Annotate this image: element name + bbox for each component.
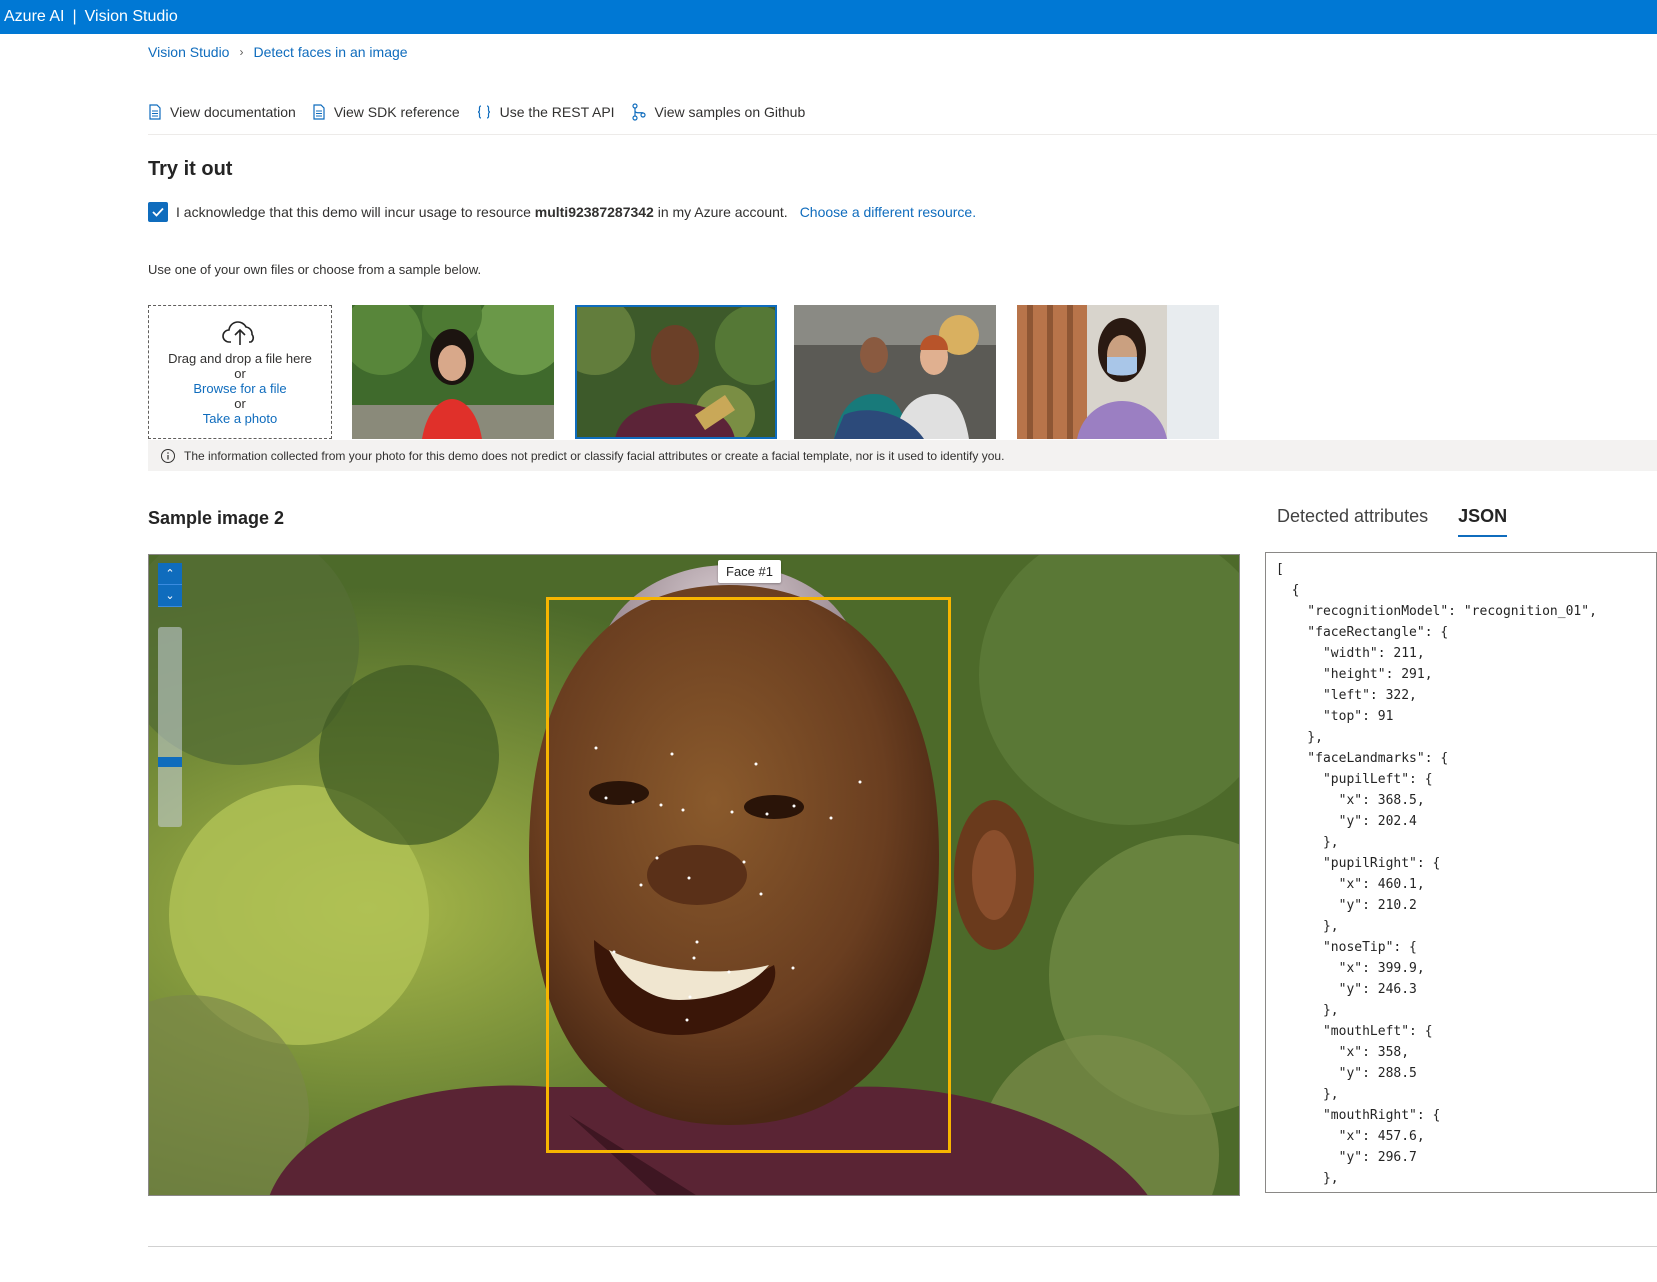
face-landmarks (594, 746, 862, 1022)
privacy-notice-text: The information collected from your phot… (184, 448, 1005, 463)
view-samples-label: View samples on Github (654, 104, 806, 120)
use-rest-api-button[interactable]: Use the REST API (476, 104, 615, 120)
top-bar: Azure AI | Vision Studio (0, 0, 1657, 34)
info-icon (161, 448, 175, 463)
github-branch-icon (631, 103, 646, 121)
view-sdk-reference-label: View SDK reference (333, 104, 460, 120)
zoom-in-button[interactable]: ⌃ (158, 563, 182, 585)
brand-separator: | (72, 8, 77, 25)
json-output-text: [ { "recognitionModel": "recognition_01"… (1276, 562, 1597, 1186)
checkmark-icon (152, 207, 164, 217)
sample-thumbnail-2[interactable] (575, 305, 777, 439)
upload-hint: Use one of your own files or choose from… (148, 262, 482, 277)
sample-image-title: Sample image 2 (148, 508, 285, 528)
resource-name: multi92387287342 (534, 204, 654, 220)
face-bounding-box[interactable] (546, 597, 951, 1153)
tab-detected-attributes[interactable]: Detected attributes (1277, 506, 1428, 537)
upload-cloud-icon (222, 320, 255, 345)
resource-toolbar: View documentation View SDK reference Us… (148, 98, 821, 126)
bottom-divider (148, 1246, 1657, 1247)
privacy-notice: The information collected from your phot… (148, 440, 1657, 471)
view-documentation-label: View documentation (170, 104, 296, 120)
drag-drop-text: Drag and drop a file here (168, 350, 312, 366)
zoom-out-button[interactable]: ⌄ (158, 585, 182, 607)
view-documentation-button[interactable]: View documentation (148, 104, 296, 120)
sample-thumbnail-1[interactable] (352, 305, 554, 439)
view-samples-button[interactable]: View samples on Github (631, 103, 806, 121)
zoom-controls: ⌃ ⌄ (158, 563, 182, 607)
code-braces-icon (477, 105, 490, 119)
json-output-panel[interactable]: [ { "recognitionModel": "recognition_01"… (1265, 552, 1657, 1193)
toolbar-divider (148, 134, 1657, 135)
or-text: or (234, 365, 246, 381)
zoom-slider-thumb[interactable] (158, 757, 182, 767)
brand-label[interactable]: Azure AI (0, 8, 64, 26)
document-icon (313, 104, 325, 120)
sample-thumbnail-3[interactable] (794, 305, 996, 439)
upload-dropzone[interactable]: Drag and drop a file here or Browse for … (148, 305, 332, 439)
breadcrumb-root[interactable]: Vision Studio (148, 44, 229, 60)
chevron-right-icon: › (239, 45, 244, 59)
breadcrumb-current[interactable]: Detect faces in an image (253, 44, 407, 60)
acknowledge-text-prefix: I acknowledge that this demo will incur … (176, 204, 531, 220)
acknowledge-row: I acknowledge that this demo will incur … (148, 202, 976, 222)
document-icon (149, 104, 161, 120)
breadcrumb: Vision Studio › Detect faces in an image (148, 44, 408, 60)
acknowledge-checkbox[interactable] (148, 202, 168, 222)
view-sdk-reference-button[interactable]: View SDK reference (312, 104, 460, 120)
try-it-out-heading: Try it out (148, 158, 233, 180)
image-viewer[interactable]: ⌃ ⌄ Face #1 (148, 554, 1240, 1196)
zoom-slider[interactable] (158, 627, 182, 827)
sample-thumbnail-4[interactable] (1017, 305, 1219, 439)
result-tabs: Detected attributes JSON (1277, 506, 1537, 537)
face-label: Face #1 (718, 560, 781, 583)
browse-file-link[interactable]: Browse for a file (193, 381, 286, 396)
choose-resource-link[interactable]: Choose a different resource. (800, 204, 976, 220)
acknowledge-text-suffix: in my Azure account. (657, 204, 788, 220)
take-photo-link[interactable]: Take a photo (203, 411, 277, 426)
tab-json[interactable]: JSON (1458, 506, 1508, 537)
or-text: or (234, 395, 246, 411)
product-label[interactable]: Vision Studio (85, 8, 178, 26)
use-rest-api-label: Use the REST API (499, 104, 615, 120)
